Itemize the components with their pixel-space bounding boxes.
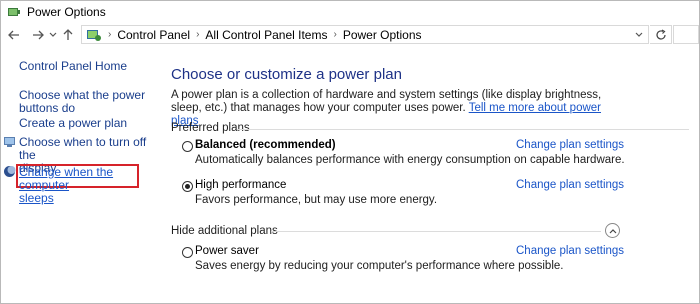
sleep-moon-icon: [4, 166, 16, 177]
collapse-plans-button[interactable]: [605, 223, 620, 238]
plan-name-power-saver[interactable]: Power saver: [195, 245, 259, 257]
recent-locations-button[interactable]: [47, 25, 59, 45]
radio-power-saver[interactable]: [182, 247, 193, 258]
sidebar-link-computer-sleeps[interactable]: Change when the computer sleeps: [19, 166, 161, 205]
display-icon: [4, 137, 15, 147]
chevron-up-icon: [609, 228, 616, 233]
forward-button[interactable]: [29, 25, 47, 45]
preferred-plans-label: Preferred plans: [171, 122, 250, 134]
change-plan-settings-balanced[interactable]: Change plan settings: [516, 139, 624, 151]
power-options-icon: [8, 8, 20, 16]
title-bar: Power Options: [1, 1, 699, 23]
change-plan-settings-power-saver[interactable]: Change plan settings: [516, 245, 624, 257]
search-input[interactable]: [673, 25, 699, 44]
chevron-down-icon: [635, 32, 643, 37]
plan-name-balanced[interactable]: Balanced (recommended): [195, 139, 336, 151]
left-navigation-pane: Control Panel Home Choose what the power…: [1, 47, 161, 303]
arrow-left-icon: [8, 30, 19, 40]
section-divider: [237, 129, 689, 130]
radio-balanced[interactable]: [182, 141, 193, 152]
arrow-up-icon: [63, 29, 73, 40]
radio-high-performance[interactable]: [182, 181, 193, 192]
breadcrumb-separator-icon: ›: [196, 29, 200, 40]
breadcrumb-control-panel[interactable]: Control Panel: [117, 28, 190, 42]
control-panel-home-link[interactable]: Control Panel Home: [19, 60, 127, 73]
address-bar[interactable]: › Control Panel › All Control Panel Item…: [81, 25, 649, 44]
plan-desc-balanced: Automatically balances performance with …: [195, 154, 625, 166]
up-button[interactable]: [59, 25, 77, 45]
sidebar-link-create-plan[interactable]: Create a power plan: [19, 117, 127, 130]
plan-desc-power-saver: Saves energy by reducing your computer's…: [195, 260, 564, 272]
chevron-down-icon: [49, 32, 57, 37]
hide-additional-plans-label[interactable]: Hide additional plans: [171, 225, 278, 237]
sidebar-link-line: buttons do: [19, 101, 76, 115]
sidebar-link-power-buttons[interactable]: Choose what the power buttons do: [19, 89, 145, 115]
address-dropdown-button[interactable]: [630, 26, 648, 43]
breadcrumb-all-items[interactable]: All Control Panel Items: [205, 28, 327, 42]
sidebar-link-line: Change when the computer: [19, 165, 114, 192]
sidebar-link-line: sleeps: [19, 191, 54, 205]
control-panel-icon: [87, 29, 101, 41]
back-button[interactable]: [5, 25, 23, 45]
arrow-right-icon: [33, 30, 44, 40]
power-options-window: Power Options › Control Panel › All Cont…: [0, 0, 700, 304]
refresh-icon: [655, 28, 666, 40]
breadcrumb-separator-icon: ›: [108, 29, 112, 40]
plan-desc-high-performance: Favors performance, but may use more ene…: [195, 194, 438, 206]
sidebar-link-line: Choose when to turn off the: [19, 135, 147, 162]
page-title: Choose or customize a power plan: [171, 66, 402, 83]
plan-name-high-performance[interactable]: High performance: [195, 179, 286, 191]
breadcrumb-separator-icon: ›: [333, 29, 337, 40]
breadcrumb-power-options[interactable]: Power Options: [343, 28, 422, 42]
window-title: Power Options: [27, 5, 106, 19]
refresh-button[interactable]: [650, 25, 672, 44]
change-plan-settings-high-performance[interactable]: Change plan settings: [516, 179, 624, 191]
section-divider: [271, 231, 601, 232]
navigation-bar: › Control Panel › All Control Panel Item…: [1, 23, 699, 47]
